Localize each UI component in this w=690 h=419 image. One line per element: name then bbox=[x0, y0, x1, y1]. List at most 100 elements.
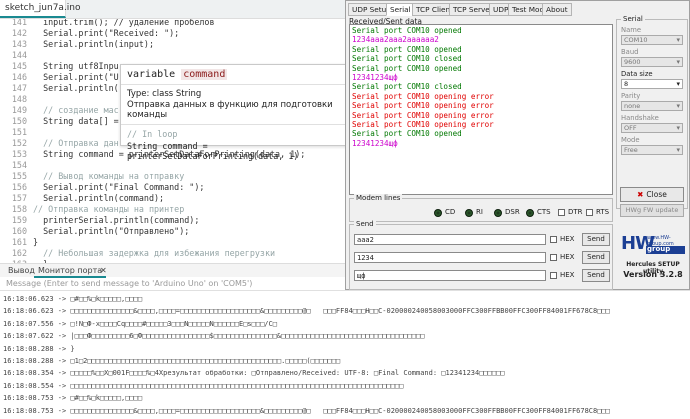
serial-settings-title: Serial bbox=[621, 15, 645, 23]
send-button-2[interactable]: Send bbox=[582, 251, 610, 264]
line-number: 161 bbox=[11, 237, 27, 247]
monitor-line: 16:18:08.554 -> □□□□□□□□□□□□□□□□□□□□□□□□… bbox=[3, 381, 404, 390]
cts-led-icon bbox=[526, 209, 534, 217]
close-icon[interactable]: ✕ bbox=[96, 265, 111, 276]
data-size-select[interactable]: 8 bbox=[621, 79, 683, 89]
hex-label-3: HEX bbox=[560, 271, 575, 279]
monitor-line: 16:18:08.753 -> □□□□□□□□□□□□□□□&□□□□,□□□… bbox=[3, 406, 610, 415]
code-text: Serial.println(command); bbox=[33, 193, 165, 203]
received-data-box[interactable]: Serial port COM10 opened 1234aaa2aaa2aaaa… bbox=[349, 24, 613, 195]
code-line[interactable]: 159 printerSerial.println(command); bbox=[0, 215, 345, 226]
code-text: String utf8Inpu bbox=[33, 61, 119, 71]
tooltip-header: variable command bbox=[127, 69, 348, 80]
line-number: 153 bbox=[11, 149, 27, 159]
line-number: 150 bbox=[11, 116, 27, 126]
line-number: 159 bbox=[11, 215, 27, 225]
tooltip-description: Отправка данных в функцию для подготовки… bbox=[127, 100, 333, 120]
parity-label: Parity bbox=[621, 92, 641, 100]
data-size-label: Data size bbox=[621, 70, 653, 78]
code-line[interactable]: 162 // Небольшая задержка для избежания … bbox=[0, 248, 345, 259]
code-line[interactable]: 143 Serial.println(input); bbox=[0, 39, 345, 50]
close-button-label: Close bbox=[646, 190, 667, 199]
dtr-checkbox[interactable] bbox=[558, 209, 565, 216]
hercules-tab[interactable]: About bbox=[542, 3, 572, 16]
code-line[interactable]: 142 Serial.print("Received: "); bbox=[0, 28, 345, 39]
ri-led-icon bbox=[465, 209, 473, 217]
received-line: Serial port COM10 opened bbox=[352, 26, 462, 35]
code-line[interactable]: 160 Serial.println("Отправлено"); bbox=[0, 226, 345, 237]
line-number: 160 bbox=[11, 226, 27, 236]
modem-lines-title: Modem lines bbox=[354, 194, 403, 202]
handshake-select: OFF bbox=[621, 123, 683, 133]
hex-checkbox-3[interactable] bbox=[550, 272, 557, 279]
line-number: 149 bbox=[11, 105, 27, 115]
send-input-3[interactable]: щф bbox=[354, 270, 546, 281]
line-number: 152 bbox=[11, 138, 27, 148]
rts-checkbox[interactable] bbox=[586, 209, 593, 216]
send-input-1[interactable]: aaa2 bbox=[354, 234, 546, 245]
line-number: 144 bbox=[11, 50, 27, 60]
code-text: // Отправка дан bbox=[33, 138, 119, 148]
port-name-select: COM10 bbox=[621, 35, 683, 45]
received-line: Serial port COM10 opened bbox=[352, 63, 462, 73]
code-text: Serial.print("Final Command: "); bbox=[33, 182, 205, 192]
tooltip-divider-2 bbox=[121, 124, 354, 125]
send-group: Send aaa2 HEX Send 1234 HEX Send щф HEX … bbox=[349, 220, 613, 290]
code-line[interactable]: 141 input.trim(); // удаление пробелов bbox=[0, 19, 345, 28]
line-number: 154 bbox=[11, 160, 27, 170]
monitor-line: 16:18:06.623 -> □#□□%□k□□□□□,□□□□ bbox=[3, 295, 143, 303]
send-button-1[interactable]: Send bbox=[582, 233, 610, 246]
monitor-line: 16:18:07.622 -> |□□□Ф□□□□□□□□□6□Ф□□□□□□□… bbox=[3, 332, 425, 341]
code-line[interactable]: 156 Serial.print("Final Command: "); bbox=[0, 182, 345, 193]
received-line: 12341234щф bbox=[352, 73, 398, 82]
line-number: 147 bbox=[11, 83, 27, 93]
app-version: Version 3.2.8 bbox=[623, 270, 683, 279]
fw-update-button: HWg FW update bbox=[620, 204, 684, 217]
received-line: Serial port COM10 opening error bbox=[352, 110, 494, 120]
line-number: 145 bbox=[11, 61, 27, 71]
code-text: } bbox=[33, 237, 39, 247]
send-title: Send bbox=[354, 220, 376, 228]
close-port-button[interactable]: ✖ Close bbox=[620, 187, 684, 202]
received-line: Serial port COM10 opening error bbox=[352, 120, 494, 129]
dsr-led-icon bbox=[494, 209, 502, 217]
received-line: Serial port COM10 opening error bbox=[352, 101, 494, 111]
code-line[interactable]: 157 Serial.println(command); bbox=[0, 193, 345, 204]
modem-lines-group: Modem lines CD RI DSR CTS DTR RTS bbox=[349, 194, 613, 222]
code-text: Serial.println(input); bbox=[33, 39, 155, 49]
close-x-icon: ✖ bbox=[637, 190, 644, 199]
hex-checkbox-1[interactable] bbox=[550, 236, 557, 243]
cts-label: CTS bbox=[537, 208, 551, 216]
hover-tooltip: variable command Type: class String Отпр… bbox=[120, 64, 355, 161]
code-line[interactable]: 161} bbox=[0, 237, 345, 248]
file-tab[interactable]: sketch_jun7a.ino bbox=[0, 0, 81, 18]
monitor-line: 16:18:08.288 -> □1□2□□□□□□□□□□□□□□□□□□□□… bbox=[3, 357, 341, 365]
serial-settings-panel: Serial Name COM10 Baud 9600 Data size 8 … bbox=[616, 15, 688, 209]
code-line[interactable]: 158 // Отправка команды на принтер bbox=[0, 204, 345, 215]
line-number: 157 bbox=[11, 193, 27, 203]
received-line: 12341234щф bbox=[352, 138, 398, 148]
code-line[interactable]: 144 bbox=[0, 50, 345, 61]
code-text: Serial.print("U bbox=[33, 72, 119, 82]
monitor-line: 16:18:08.288 -> } bbox=[3, 344, 75, 353]
line-number: 151 bbox=[11, 127, 27, 137]
send-input-2[interactable]: 1234 bbox=[354, 252, 546, 263]
send-button-3[interactable]: Send bbox=[582, 269, 610, 282]
baud-select: 9600 bbox=[621, 57, 683, 67]
code-text: Serial.println("Отправлено"); bbox=[33, 226, 190, 236]
received-line: Serial port COM10 closed bbox=[352, 82, 462, 92]
code-text: // создание мас bbox=[33, 105, 119, 115]
dtr-label: DTR bbox=[568, 208, 583, 216]
hex-checkbox-2[interactable] bbox=[550, 254, 557, 261]
name-label: Name bbox=[621, 26, 642, 34]
hercules-tab[interactable]: Serial bbox=[386, 3, 415, 16]
monitor-line: 16:18:08.354 -> □□□□□%□□X□001F□□□□%□4Хре… bbox=[3, 369, 505, 378]
code-line[interactable]: 154 bbox=[0, 160, 345, 171]
logo-group-text: group bbox=[647, 245, 671, 253]
parity-select: none bbox=[621, 101, 683, 111]
tooltip-scope: // In loop bbox=[127, 129, 178, 139]
code-text: input.trim(); // удаление пробелов bbox=[33, 19, 215, 27]
code-line[interactable]: 155 // Вывод команды на отправку bbox=[0, 171, 345, 182]
line-number: 143 bbox=[11, 39, 27, 49]
ri-label: RI bbox=[476, 208, 483, 216]
